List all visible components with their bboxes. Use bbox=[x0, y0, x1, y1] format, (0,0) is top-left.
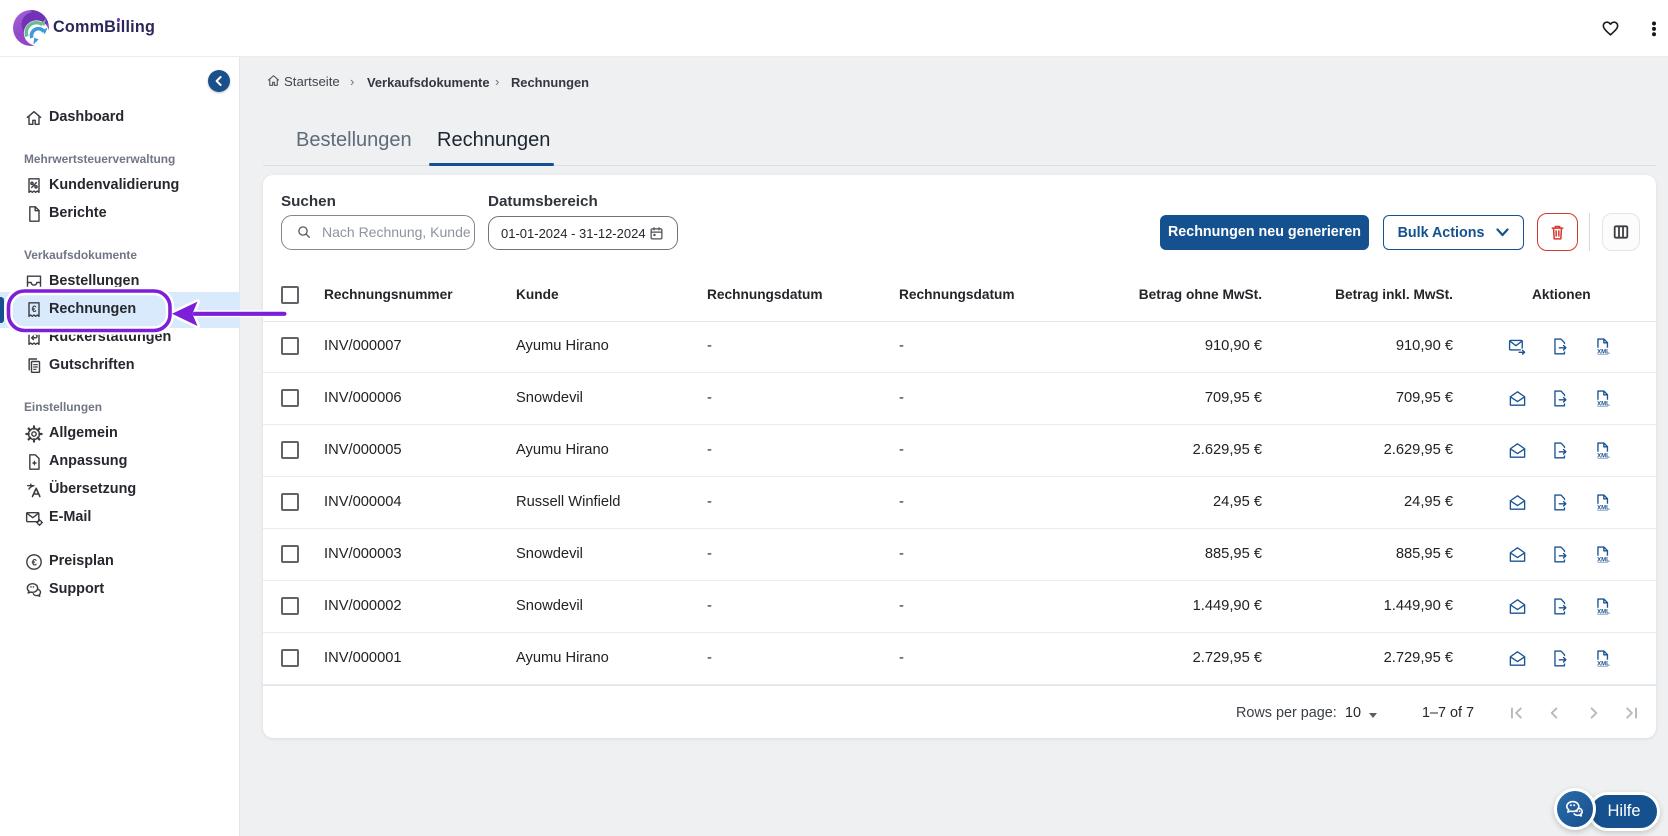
svg-text:€: € bbox=[32, 304, 37, 314]
svg-text:XML: XML bbox=[1597, 453, 1610, 459]
svg-text:XML: XML bbox=[1597, 609, 1610, 615]
svg-text:€: € bbox=[32, 557, 38, 568]
svg-text:XML: XML bbox=[1597, 505, 1610, 511]
svg-text:XML: XML bbox=[1597, 661, 1610, 667]
svg-text:XML: XML bbox=[1597, 557, 1610, 563]
svg-text:XML: XML bbox=[1597, 401, 1610, 407]
svg-text:XML: XML bbox=[1597, 349, 1610, 355]
